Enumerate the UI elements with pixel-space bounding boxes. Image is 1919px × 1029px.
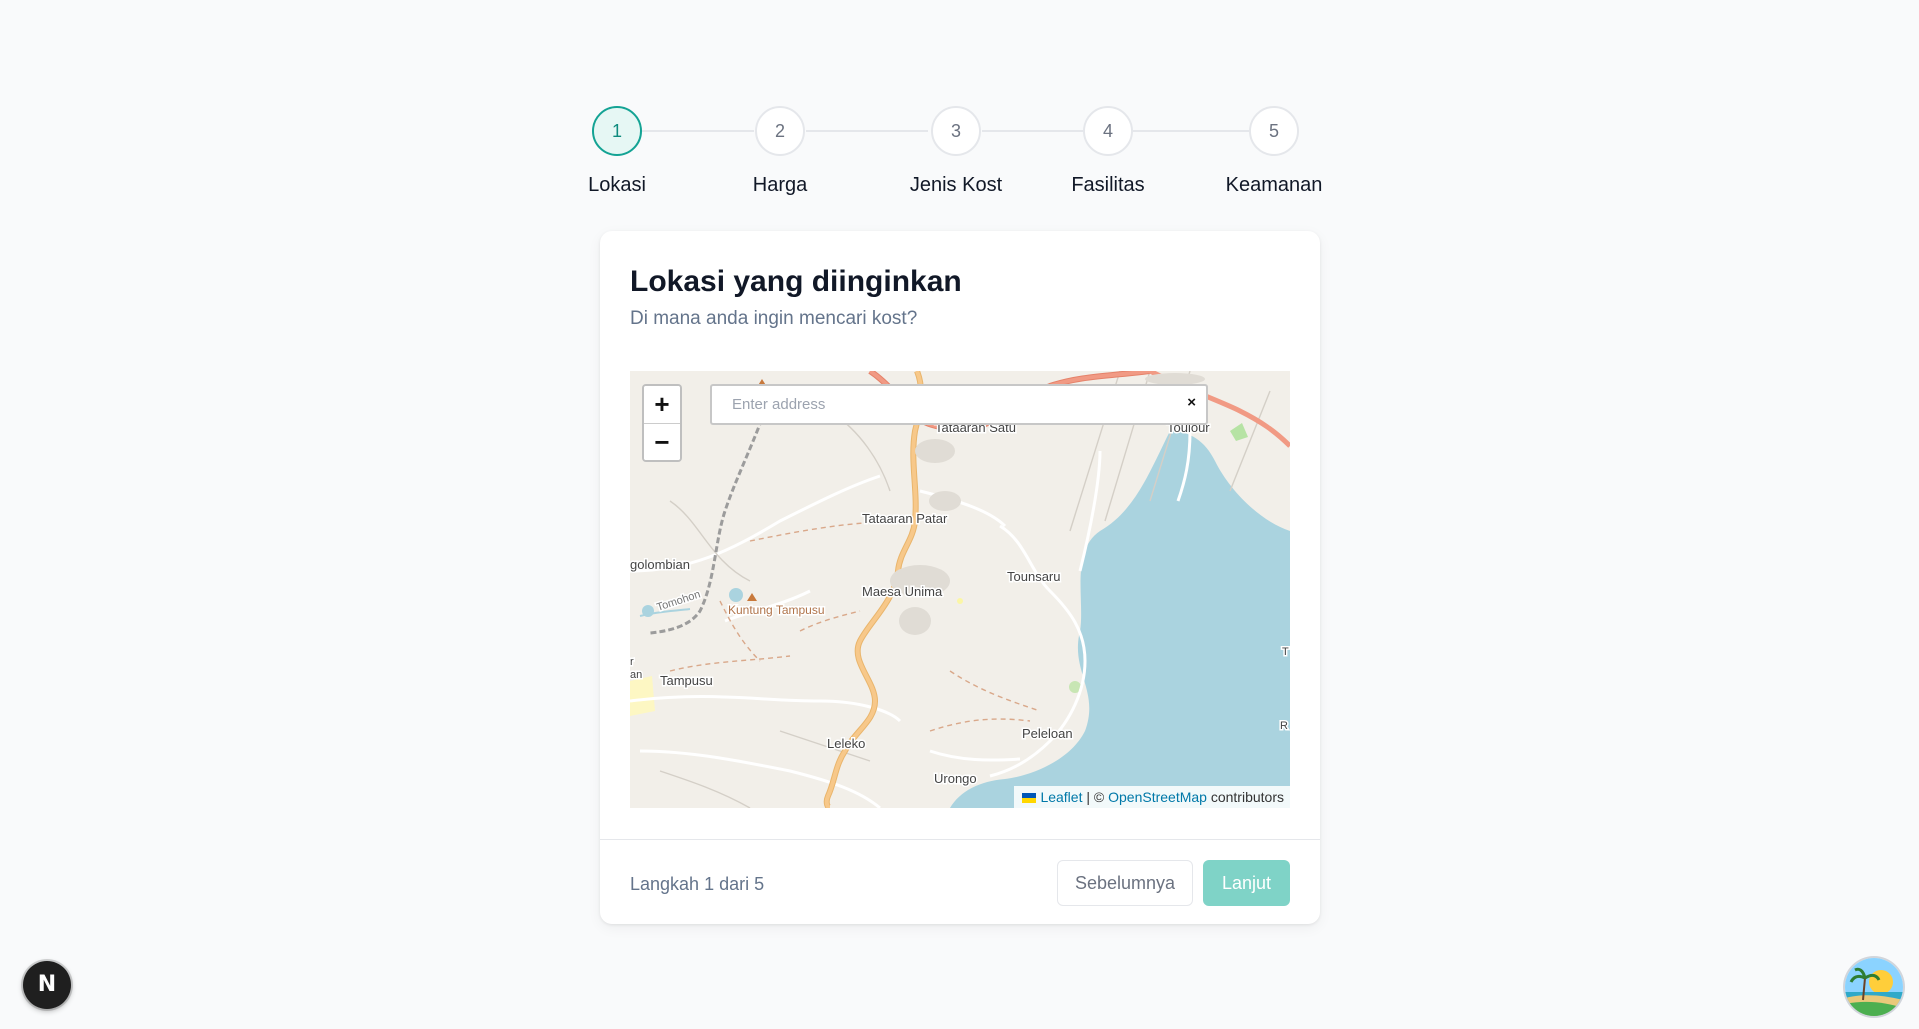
location-map[interactable]: Tataaran Satu Toulour Tataaran Patar gol…: [630, 371, 1290, 808]
card-subtitle: Di mana anda ingin mencari kost?: [630, 308, 918, 329]
beach-avatar-icon: [1845, 958, 1903, 1016]
step-label: Jenis Kost: [909, 174, 1003, 196]
step-label: Lokasi: [588, 174, 646, 196]
nextjs-dev-badge[interactable]: N: [23, 961, 71, 1009]
map-label-r: r: [630, 656, 634, 668]
step-number-circle: 5: [1249, 106, 1299, 156]
step-jenis-kost[interactable]: 3 Jenis Kost: [876, 106, 1036, 197]
map-label-tampusu: Tampusu: [660, 673, 713, 688]
ukraine-flag-icon: [1022, 793, 1037, 803]
user-avatar[interactable]: [1845, 958, 1903, 1016]
step-fasilitas[interactable]: 4 Fasilitas: [1028, 106, 1188, 197]
step-number-circle: 4: [1083, 106, 1133, 156]
step-number-circle: 2: [755, 106, 805, 156]
map-label-golombian: golombian: [630, 557, 690, 572]
step-number-circle: 1: [592, 106, 642, 156]
attribution-suffix: contributors: [1206, 789, 1284, 805]
map-label-an: an: [630, 669, 642, 681]
step-keamanan[interactable]: 5 Keamanan: [1194, 106, 1354, 197]
leaflet-link[interactable]: Leaflet: [1040, 789, 1082, 805]
attribution-separator: | ©: [1082, 789, 1109, 805]
step-number-circle: 3: [931, 106, 981, 156]
map-attribution: Leaflet | © OpenStreetMap contributors: [1014, 786, 1290, 808]
progress-stepper: 1 Lokasi 2 Harga 3 Jenis Kost 4 Fasilita…: [588, 106, 1322, 206]
zoom-in-button[interactable]: +: [644, 386, 680, 423]
step-counter: Langkah 1 dari 5: [630, 874, 765, 894]
map-label-tounsaru: Tounsaru: [1007, 569, 1060, 584]
address-search-box: ×: [710, 384, 1208, 425]
map-label-urongo: Urongo: [934, 771, 977, 786]
card-divider: [600, 839, 1320, 840]
map-label-peleloan: Peleloan: [1022, 726, 1073, 741]
map-label-leleko: Leleko: [827, 736, 865, 751]
zoom-out-button[interactable]: −: [644, 423, 680, 460]
step-lokasi[interactable]: 1 Lokasi: [537, 106, 697, 197]
map-label-t: T: [1282, 646, 1289, 658]
step-label: Keamanan: [1225, 174, 1323, 196]
map-label-kuntung-tampusu: Kuntung Tampusu: [728, 603, 825, 617]
step-label: Fasilitas: [1071, 174, 1145, 196]
map-tiles[interactable]: Tataaran Satu Toulour Tataaran Patar gol…: [630, 371, 1290, 808]
step-label: Harga: [752, 174, 808, 196]
next-button[interactable]: Lanjut: [1203, 860, 1290, 906]
map-zoom-control: + −: [642, 384, 682, 462]
address-search-input[interactable]: [712, 386, 1172, 423]
map-label-maesa-unima: Maesa Unima: [862, 584, 943, 599]
previous-button[interactable]: Sebelumnya: [1057, 860, 1193, 906]
step-harga[interactable]: 2 Harga: [700, 106, 860, 197]
clear-search-icon[interactable]: ×: [1187, 394, 1196, 411]
map-label-tataaran-patar: Tataaran Patar: [862, 511, 948, 526]
card-title: Lokasi yang diinginkan: [630, 265, 962, 298]
location-card: Lokasi yang diinginkan Di mana anda ingi…: [600, 231, 1320, 924]
openstreetmap-link[interactable]: OpenStreetMap: [1108, 789, 1207, 805]
map-label-r2: R: [1280, 720, 1288, 732]
